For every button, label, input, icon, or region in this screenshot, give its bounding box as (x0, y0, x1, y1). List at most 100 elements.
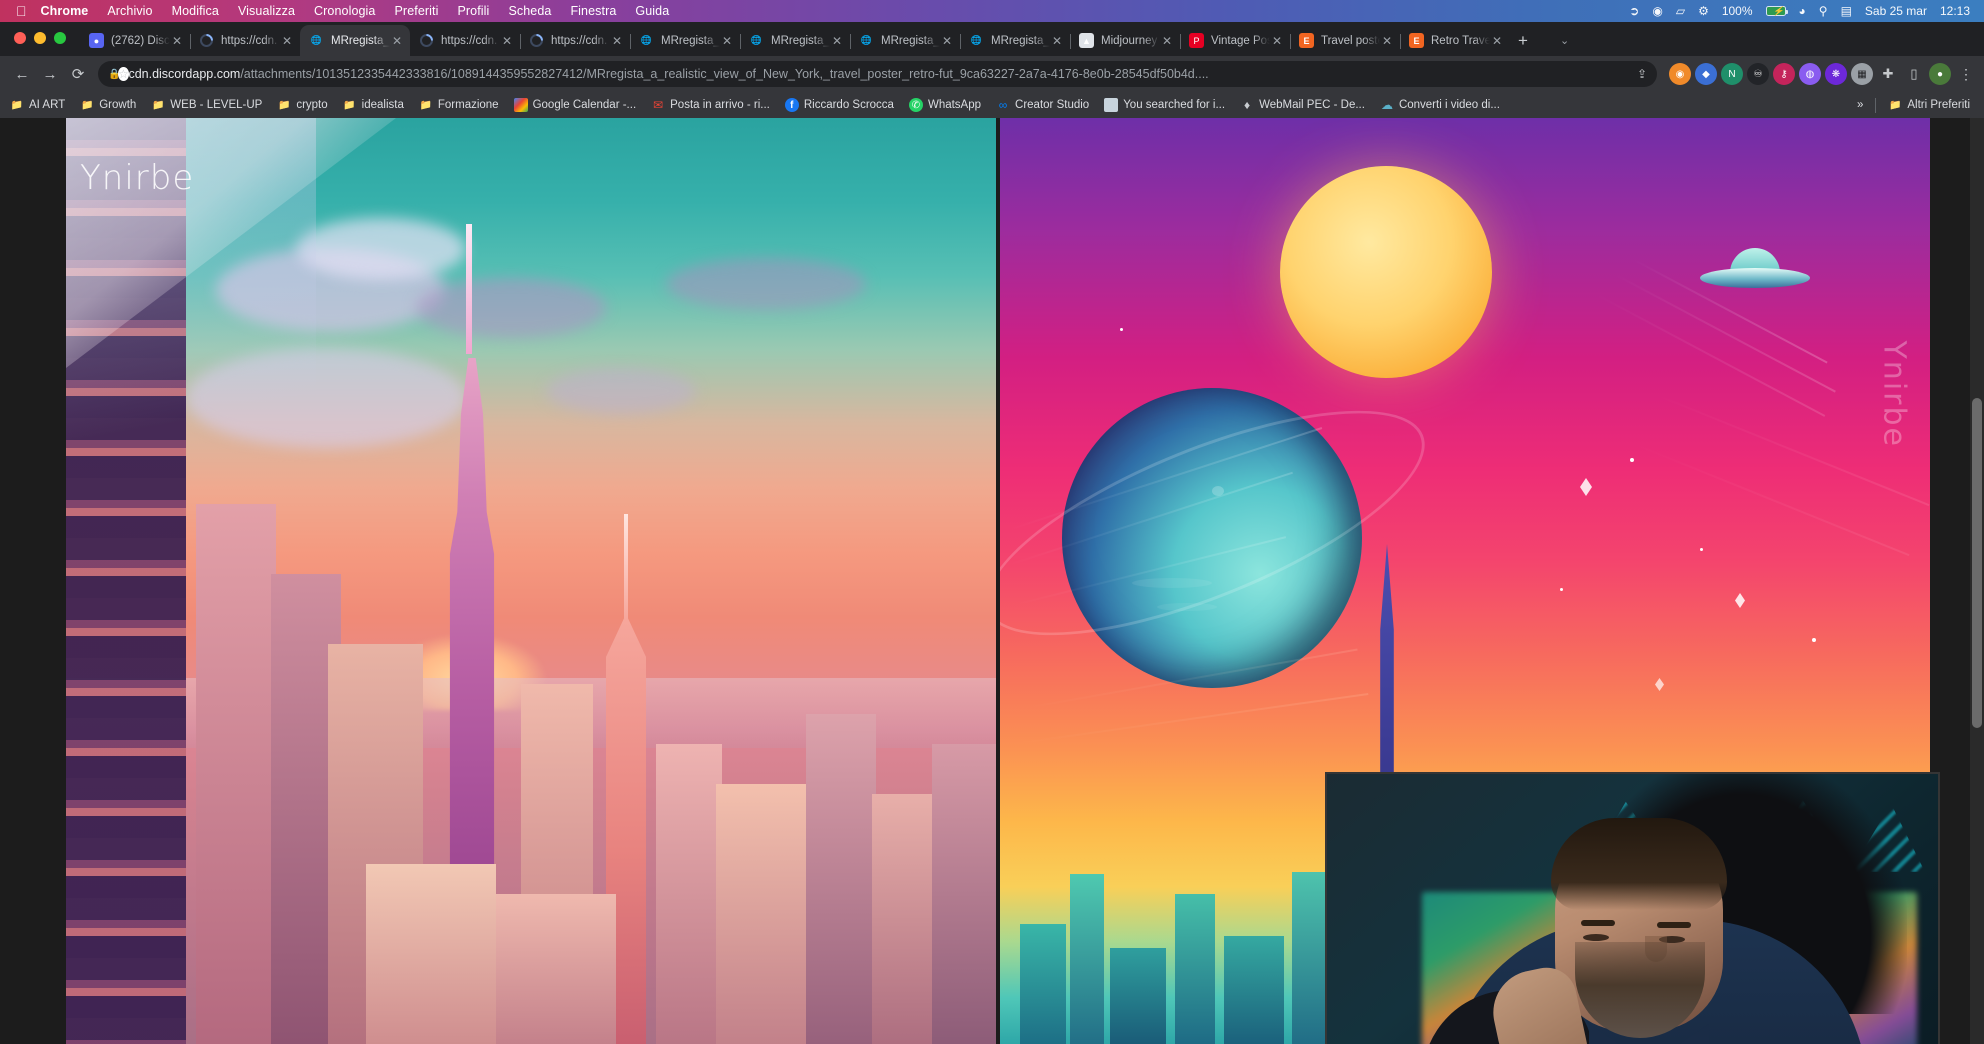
tab-close-icon[interactable]: ✕ (610, 35, 624, 47)
bookmark-google-calendar[interactable]: Google Calendar -... (514, 98, 637, 112)
bookmark-gmail[interactable]: ✉ Posta in arrivo - ri... (651, 98, 770, 112)
minimize-window-button[interactable] (34, 32, 46, 44)
tab-retro-travel[interactable]: E Retro Trave ✕ (1400, 25, 1510, 56)
menu-item-profili[interactable]: Profili (457, 4, 489, 18)
building (366, 864, 496, 1044)
chrome-browser-window: ● (2762) Disc ✕ https://cdn. ✕ 🌐 MRregis… (0, 22, 1984, 1044)
menu-item-archivio[interactable]: Archivio (107, 4, 152, 18)
browser-toolbar: ← → ⟳ 🔒 cdn.discordapp.com/attachments/1… (0, 56, 1984, 92)
menu-item-cronologia[interactable]: Cronologia (314, 4, 375, 18)
tab-search-chevron-down-icon[interactable]: ⌄ (1560, 34, 1569, 47)
tab-close-icon[interactable]: ✕ (1050, 35, 1064, 47)
extensions-puzzle-icon[interactable]: ✚ (1877, 63, 1899, 85)
menu-item-finestra[interactable]: Finestra (570, 4, 616, 18)
bookmark-converti-video[interactable]: ☁ Converti i video di... (1380, 98, 1500, 112)
tab-close-icon[interactable]: ✕ (1490, 35, 1504, 47)
bookmark-web-level-up[interactable]: 📁 WEB - LEVEL-UP (151, 98, 262, 112)
tab-mrregista-3[interactable]: 🌐 MRregista_ ✕ (740, 25, 850, 56)
scrollbar-thumb[interactable] (1972, 398, 1982, 728)
bookmark-webmail-pec[interactable]: ♦ WebMail PEC - De... (1240, 98, 1365, 112)
apple-logo-icon[interactable]:  (16, 4, 27, 18)
converter-icon: ☁ (1380, 98, 1394, 112)
bookmark-growth[interactable]: 📁 Growth (80, 98, 136, 112)
display-icon[interactable]: ▱ (1676, 4, 1685, 18)
close-window-button[interactable] (14, 32, 26, 44)
forward-button[interactable]: → (36, 60, 64, 88)
menu-item-visualizza[interactable]: Visualizza (238, 4, 295, 18)
bookmark-you-searched-for[interactable]: You searched for i... (1104, 98, 1225, 112)
reload-button[interactable]: ⟳ (64, 60, 92, 88)
chrome-menu-kebab-icon[interactable]: ⋮ (1959, 66, 1974, 83)
extension-purple-icon[interactable]: ❋ (1825, 63, 1847, 85)
wifi-icon[interactable]: ◕ (1799, 4, 1806, 18)
tab-discord[interactable]: ● (2762) Disc ✕ (80, 25, 190, 56)
tab-title: MRregista_ (991, 35, 1050, 47)
extension-violet-icon[interactable]: ◍ (1799, 63, 1821, 85)
tab-close-icon[interactable]: ✕ (170, 35, 184, 47)
profile-avatar[interactable]: ● (1929, 63, 1951, 85)
star (1120, 328, 1123, 331)
cloud (546, 368, 696, 414)
gmail-icon: ✉ (651, 98, 665, 112)
folder-icon: 📁 (277, 98, 291, 112)
tab-midjourney[interactable]: ▲ Midjourney ✕ (1070, 25, 1180, 56)
bookmark-ai-art[interactable]: 📁 AI ART (10, 98, 65, 112)
tab-close-icon[interactable]: ✕ (390, 35, 404, 47)
bookmark-whatsapp[interactable]: ✆ WhatsApp (909, 98, 981, 112)
menu-item-scheda[interactable]: Scheda (508, 4, 551, 18)
tab-strip: ● (2762) Disc ✕ https://cdn. ✕ 🌐 MRregis… (0, 22, 1984, 56)
spotlight-search-icon[interactable]: ⚲ (1819, 4, 1828, 18)
bookmark-creator-studio[interactable]: ∞ Creator Studio (996, 98, 1089, 112)
tab-vintage-poster[interactable]: P Vintage Pos ✕ (1180, 25, 1290, 56)
tab-close-icon[interactable]: ✕ (830, 35, 844, 47)
tab-cdn-3[interactable]: https://cdn. ✕ (520, 25, 630, 56)
menubar-date[interactable]: Sab 25 mar (1865, 4, 1927, 18)
tab-close-icon[interactable]: ✕ (500, 35, 514, 47)
extension-orange-icon[interactable]: ◉ (1669, 63, 1691, 85)
menubar-time[interactable]: 12:13 (1940, 4, 1970, 18)
bookmark-altri-preferiti[interactable]: 📁 Altri Preferiti (1888, 98, 1970, 112)
extension-key-icon[interactable]: ⚷ (1773, 63, 1795, 85)
new-tab-button[interactable]: + (1518, 32, 1528, 49)
webcam-overlay[interactable] (1325, 772, 1940, 1044)
dropbox-icon[interactable]: ➲ (1629, 4, 1639, 18)
tab-mrregista-4[interactable]: 🌐 MRregista_ ✕ (850, 25, 960, 56)
bookmark-idealista[interactable]: 📁 idealista (343, 98, 404, 112)
tab-close-icon[interactable]: ✕ (280, 35, 294, 47)
tab-travel-poster[interactable]: E Travel poste ✕ (1290, 25, 1400, 56)
tab-cdn-1[interactable]: https://cdn. ✕ (190, 25, 300, 56)
tab-close-icon[interactable]: ✕ (1270, 35, 1284, 47)
share-icon[interactable]: ⇪ (1637, 67, 1647, 81)
address-bar[interactable]: 🔒 cdn.discordapp.com/attachments/1013512… (98, 61, 1657, 87)
menu-item-preferiti[interactable]: Preferiti (395, 4, 439, 18)
control-center-icon[interactable]: ▤ (1841, 4, 1852, 18)
menu-item-modifica[interactable]: Modifica (172, 4, 219, 18)
menu-item-guida[interactable]: Guida (635, 4, 669, 18)
bookmark-facebook[interactable]: f Riccardo Scrocca (785, 98, 894, 112)
record-icon[interactable]: ◉ (1652, 4, 1662, 18)
bookmark-crypto[interactable]: 📁 crypto (277, 98, 327, 112)
bookmark-formazione[interactable]: 📁 Formazione (419, 98, 499, 112)
extension-grid-icon[interactable]: ▦ (1851, 63, 1873, 85)
zoom-window-button[interactable] (54, 32, 66, 44)
tab-close-icon[interactable]: ✕ (720, 35, 734, 47)
battery-charging-icon[interactable]: ⚡ (1766, 6, 1786, 16)
tab-mrregista-5[interactable]: 🌐 MRregista_ ✕ (960, 25, 1070, 56)
tab-close-icon[interactable]: ✕ (1380, 35, 1394, 47)
back-button[interactable]: ← (8, 60, 36, 88)
extension-nord-icon[interactable]: N (1721, 63, 1743, 85)
extension-blue-icon[interactable]: ◆ (1695, 63, 1717, 85)
menu-item-chrome[interactable]: Chrome (41, 4, 89, 18)
new-york-retro-travel-poster[interactable]: Ynirbe (66, 118, 996, 1044)
extension-dark-icon[interactable]: ♾ (1747, 63, 1769, 85)
bluetooth-icon[interactable]: ⚙ (1698, 4, 1709, 18)
vertical-scrollbar[interactable] (1970, 118, 1984, 1044)
tab-close-icon[interactable]: ✕ (940, 35, 954, 47)
tab-cdn-2[interactable]: https://cdn. ✕ (410, 25, 520, 56)
bookmarks-overflow-button[interactable]: » (1857, 99, 1863, 111)
sidepanel-icon[interactable]: ▯ (1903, 63, 1925, 85)
tab-close-icon[interactable]: ✕ (1160, 35, 1174, 47)
bookmark-star-icon[interactable]: ☆ (118, 67, 129, 81)
tab-mrregista-active[interactable]: 🌐 MRregista_ ✕ (300, 25, 410, 56)
tab-mrregista-2[interactable]: 🌐 MRregista_ ✕ (630, 25, 740, 56)
